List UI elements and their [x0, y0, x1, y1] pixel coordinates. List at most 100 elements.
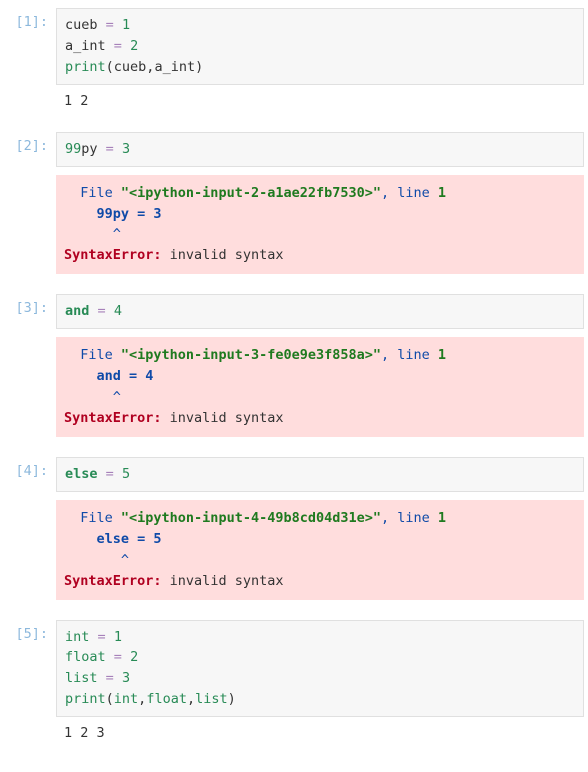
code-token: ( [106, 691, 114, 707]
notebook-cell[interactable]: [5]:int = 1 float = 2 list = 3 print(int… [4, 620, 584, 745]
code-token: , line [381, 347, 438, 363]
code-token: int [65, 629, 89, 645]
code-token: = [106, 670, 114, 686]
code-token: = [98, 629, 106, 645]
code-token: 3 [122, 141, 130, 157]
code-token: cueb [65, 17, 98, 33]
cell-body: else = 5 File "<ipython-input-4-49b8cd04… [56, 457, 584, 600]
code-token: 1 [122, 17, 130, 33]
code-token: float [146, 691, 187, 707]
cell-prompt: [3]: [4, 294, 56, 437]
code-token: 3 [122, 670, 130, 686]
stdout-output: 1 2 [56, 85, 584, 112]
code-token [114, 670, 122, 686]
code-token [114, 466, 122, 482]
code-token [89, 303, 97, 319]
code-input[interactable]: and = 4 [56, 294, 584, 329]
code-token [106, 303, 114, 319]
code-token: : [153, 247, 161, 263]
code-token: cueb [114, 59, 147, 75]
code-token: = [106, 141, 114, 157]
code-token: = [98, 303, 106, 319]
code-token: : [153, 410, 161, 426]
code-token: 4 [114, 303, 122, 319]
cell-prompt: [4]: [4, 457, 56, 600]
code-token: and [65, 303, 89, 319]
code-token [98, 17, 106, 33]
code-token: print [65, 59, 106, 75]
error-output: File "<ipython-input-4-49b8cd04d31e>", l… [56, 500, 584, 600]
code-token: = [114, 38, 122, 54]
error-output: File "<ipython-input-3-fe0e9e3f858a>", l… [56, 337, 584, 437]
code-token: , line [381, 510, 438, 526]
code-token: 1 [438, 185, 446, 201]
code-token: 99 [65, 141, 81, 157]
notebook-cell[interactable]: [3]:and = 4 File "<ipython-input-3-fe0e9… [4, 294, 584, 437]
code-token [114, 17, 122, 33]
code-token: SyntaxError [64, 410, 153, 426]
code-token: list [195, 691, 228, 707]
code-token: ) [228, 691, 236, 707]
code-input[interactable]: else = 5 [56, 457, 584, 492]
code-token: 5 [122, 466, 130, 482]
code-token: , line [381, 185, 438, 201]
code-token: 99py = 3 [64, 206, 162, 222]
code-input[interactable]: cueb = 1 a_int = 2 print(cueb,a_int) [56, 8, 584, 85]
notebook-cell[interactable]: [4]:else = 5 File "<ipython-input-4-49b8… [4, 457, 584, 600]
code-token: a_int [65, 38, 106, 54]
code-token: 2 [130, 649, 138, 665]
cell-body: int = 1 float = 2 list = 3 print(int,flo… [56, 620, 584, 745]
code-token: 1 [438, 510, 446, 526]
code-token: ^ [64, 389, 121, 405]
code-token: File [64, 347, 121, 363]
code-token [98, 466, 106, 482]
stdout-output: 1 2 3 [56, 717, 584, 744]
code-token: invalid syntax [162, 573, 284, 589]
cell-body: and = 4 File "<ipython-input-3-fe0e9e3f8… [56, 294, 584, 437]
cell-prompt: [1]: [4, 8, 56, 112]
code-token [106, 38, 114, 54]
cell-body: 99py = 3 File "<ipython-input-2-a1ae22fb… [56, 132, 584, 275]
code-token: SyntaxError [64, 573, 153, 589]
code-input[interactable]: int = 1 float = 2 list = 3 print(int,flo… [56, 620, 584, 718]
notebook-container: [1]:cueb = 1 a_int = 2 print(cueb,a_int)… [4, 8, 584, 744]
code-token: invalid syntax [162, 247, 284, 263]
code-token: else [65, 466, 98, 482]
code-token: , [187, 691, 195, 707]
code-token: 2 [130, 38, 138, 54]
notebook-cell[interactable]: [2]:99py = 3 File "<ipython-input-2-a1ae… [4, 132, 584, 275]
code-token [106, 649, 114, 665]
code-token: = [106, 466, 114, 482]
code-token: 1 [114, 629, 122, 645]
code-token [98, 141, 106, 157]
cell-prompt: [5]: [4, 620, 56, 745]
code-token: invalid syntax [162, 410, 284, 426]
code-token: = [114, 649, 122, 665]
code-input[interactable]: 99py = 3 [56, 132, 584, 167]
code-token: float [65, 649, 106, 665]
code-token [122, 38, 130, 54]
code-token [106, 629, 114, 645]
code-token [98, 670, 106, 686]
notebook-cell[interactable]: [1]:cueb = 1 a_int = 2 print(cueb,a_int)… [4, 8, 584, 112]
code-token: 1 [438, 347, 446, 363]
code-token: and = 4 [64, 368, 153, 384]
code-token: list [65, 670, 98, 686]
code-token: File [64, 185, 121, 201]
error-output: File "<ipython-input-2-a1ae22fb7530>", l… [56, 175, 584, 275]
code-token: ( [106, 59, 114, 75]
code-token: ^ [64, 552, 129, 568]
code-token: = [106, 17, 114, 33]
code-token: ^ [64, 226, 121, 242]
code-token: "<ipython-input-2-a1ae22fb7530>" [121, 185, 381, 201]
cell-body: cueb = 1 a_int = 2 print(cueb,a_int)1 2 [56, 8, 584, 112]
code-token: int [114, 691, 138, 707]
code-token [114, 141, 122, 157]
code-token: "<ipython-input-4-49b8cd04d31e>" [121, 510, 381, 526]
cell-prompt: [2]: [4, 132, 56, 275]
code-token: "<ipython-input-3-fe0e9e3f858a>" [121, 347, 381, 363]
code-token: SyntaxError [64, 247, 153, 263]
code-token [89, 629, 97, 645]
code-token: print [65, 691, 106, 707]
code-token: else = 5 [64, 531, 162, 547]
